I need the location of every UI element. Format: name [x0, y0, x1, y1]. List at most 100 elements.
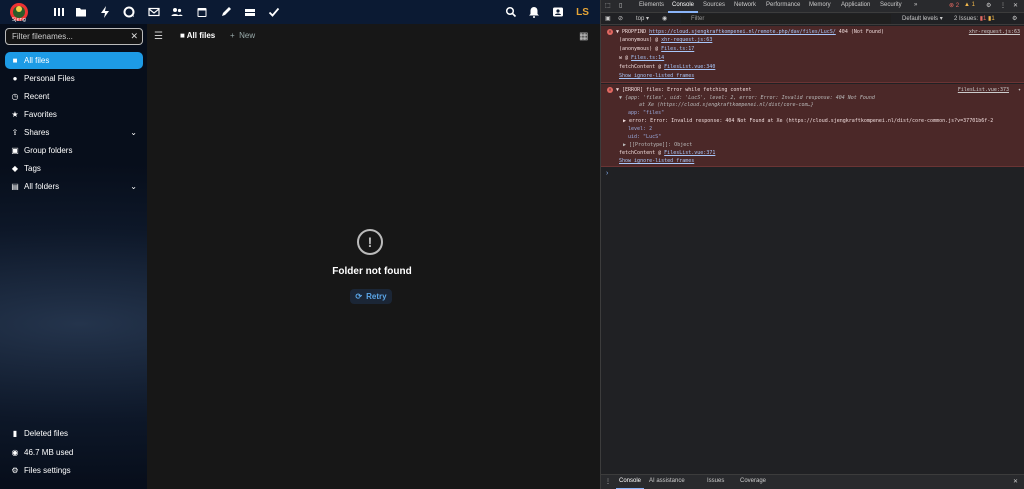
nav-item-all-files[interactable]: ■ All files [5, 52, 143, 69]
tab-memory[interactable]: Memory [809, 2, 831, 8]
activity-icon[interactable] [98, 5, 112, 19]
nav-item-all-folders[interactable]: ▤ All folders ⌄ [5, 178, 143, 195]
tab-performance[interactable]: Performance [766, 2, 800, 8]
clear-console-icon[interactable]: ⊘ [618, 15, 623, 22]
drawer-tab-ai-assistance[interactable]: AI assistance [649, 478, 685, 484]
nav-item-shares[interactable]: ⇪ Shares ⌄ [5, 124, 143, 141]
nav-item-group-folders[interactable]: ▣ Group folders [5, 142, 143, 159]
nextcloud-logo[interactable]: Sjeng [5, 1, 33, 23]
nav-item-label: All folders [24, 182, 60, 191]
source-link[interactable]: xhr-request.js:63 [969, 29, 1020, 35]
context-label: top [636, 16, 645, 22]
status: 404 (Not Found) [838, 29, 884, 35]
close-icon[interactable]: ✕ [1013, 2, 1018, 9]
error-icon: ✕ [607, 87, 613, 93]
nav-item-label: Shares [24, 128, 50, 137]
deck-icon[interactable] [243, 5, 257, 19]
context-selector[interactable]: top ▾ [636, 15, 649, 22]
issues-button[interactable]: 2 Issues: ▮1 ▮1 [954, 15, 995, 22]
method: PROPFIND [622, 29, 647, 35]
contacts-icon[interactable] [170, 5, 184, 19]
menu-icon[interactable]: ☰ [154, 31, 163, 42]
tasks-icon[interactable] [267, 5, 281, 19]
nav-item-files-settings[interactable]: ⚙ Files settings [5, 462, 143, 479]
breadcrumb-all-files[interactable]: ■ All files [180, 31, 215, 40]
warning-count[interactable]: ▲ 1 [964, 2, 975, 8]
prop-prototype[interactable]: ▶ [[Prototype]]: Object [623, 142, 692, 148]
grid-view-icon[interactable]: ▦ [579, 31, 588, 42]
show-ignored-frames-link[interactable]: Show ignore-listed frames [619, 158, 694, 164]
inspect-icon[interactable]: ⬚ [605, 2, 611, 9]
new-button[interactable]: + New [230, 31, 255, 40]
message-head[interactable]: ▼ PROPFIND https://cloud.sjengkraftkompe… [616, 29, 884, 35]
console-prompt[interactable]: › [606, 170, 608, 177]
frame-link[interactable]: FilesList.vue:340 [664, 64, 715, 70]
drawer-tab-coverage[interactable]: Coverage [740, 478, 766, 484]
more-tabs-icon[interactable]: » [914, 2, 917, 8]
frame-link[interactable]: FilesList.vue:371 [664, 150, 715, 156]
eye-icon[interactable]: ◉ [662, 15, 667, 22]
files-icon[interactable] [74, 5, 88, 19]
frame-link[interactable]: Files.ts:17 [661, 46, 694, 52]
nav-item-personal-files[interactable]: ● Personal Files [5, 70, 143, 87]
gear-icon[interactable]: ⚙ [986, 2, 991, 9]
nav-item-favorites[interactable]: ★ Favorites [5, 106, 143, 123]
nav-item-label: Tags [24, 164, 41, 173]
storage-icon: ◉ [11, 448, 19, 457]
sidebar-toggle-icon[interactable]: ▣ [605, 15, 611, 22]
search-icon[interactable] [504, 5, 518, 19]
files-sidebar: Filter filenames... ✕ ■ All files ● Pers… [0, 24, 147, 489]
console-filter-input[interactable]: Filter [681, 14, 891, 24]
device-toolbar-icon[interactable]: ▯ [619, 2, 622, 9]
star-icon: ★ [11, 110, 19, 119]
dashboard-icon[interactable] [52, 5, 66, 19]
tab-application[interactable]: Application [841, 2, 870, 8]
drawer-tab-console[interactable]: Console [619, 478, 641, 484]
nav-item-recent[interactable]: ◷ Recent [5, 88, 143, 105]
issues-error-count: ▮1 [979, 16, 987, 22]
drawer-tab-issues[interactable]: Issues [707, 478, 724, 484]
message-head[interactable]: ▼ [ERROR] files: Error while fetching co… [616, 87, 751, 93]
contacts-menu-icon[interactable] [551, 5, 565, 19]
kebab-menu-icon[interactable]: ⋮ [1000, 2, 1006, 9]
tab-sources[interactable]: Sources [703, 2, 725, 8]
object-summary[interactable]: ▼ {app: 'files', uid: 'LucS', level: 2, … [619, 95, 875, 101]
devtools-drawer: ⋮ Console AI assistance Issues Coverage … [601, 474, 1024, 489]
clear-icon[interactable]: ✕ [130, 29, 138, 44]
prop-app: app: "files" [628, 110, 665, 116]
nav-item-tags[interactable]: ◆ Tags [5, 160, 143, 177]
user-avatar[interactable]: LS [575, 5, 590, 20]
console-settings-icon[interactable]: ⚙ [1012, 15, 1017, 22]
filter-filenames-input[interactable]: Filter filenames... ✕ [5, 28, 143, 45]
prop-uid: uid: "LucS" [628, 134, 662, 140]
retry-button[interactable]: ⟳ Retry [350, 289, 392, 304]
drawer-menu-icon[interactable]: ⋮ [605, 478, 611, 485]
chevron-down-icon[interactable]: ⌄ [130, 182, 137, 191]
nav-item-label: Recent [24, 92, 50, 101]
tab-security[interactable]: Security [880, 2, 902, 8]
log-levels-select[interactable]: Default levels ▾ [902, 15, 943, 22]
notes-icon[interactable] [219, 5, 233, 19]
frame-fn: fetchContent [619, 64, 656, 70]
mail-icon[interactable] [147, 5, 161, 19]
frame-link[interactable]: Files.ts:14 [631, 55, 664, 61]
tab-network[interactable]: Network [734, 2, 756, 8]
close-drawer-icon[interactable]: ✕ [1013, 478, 1018, 485]
calendar-icon[interactable] [195, 5, 209, 19]
notifications-icon[interactable] [527, 5, 541, 19]
prop-error[interactable]: ▶ error: Error: Invalid response: 404 No… [623, 118, 993, 124]
tab-console[interactable]: Console [672, 2, 694, 8]
talk-icon[interactable] [122, 5, 136, 19]
source-link[interactable]: FilesList.vue:373 [958, 87, 1009, 93]
stack-frame: (anonymous) @ Files.ts:17 [619, 46, 695, 52]
show-ignored-frames-link[interactable]: Show ignore-listed frames [619, 73, 694, 79]
request-url[interactable]: https://cloud.sjengkraftkompenei.nl/remo… [649, 29, 836, 35]
tab-elements[interactable]: Elements [639, 2, 664, 8]
error-count[interactable]: ⊗ 2 [949, 2, 959, 9]
frame-fn: (anonymous) [619, 46, 653, 52]
frame-link[interactable]: xhr-request.js:63 [661, 37, 712, 43]
group-folder-icon: ▣ [11, 146, 19, 155]
chevron-down-icon[interactable]: ⌄ [130, 128, 137, 137]
ai-explain-icon[interactable]: ✦ [1018, 87, 1021, 93]
nav-item-deleted-files[interactable]: ▮ Deleted files [5, 425, 143, 442]
